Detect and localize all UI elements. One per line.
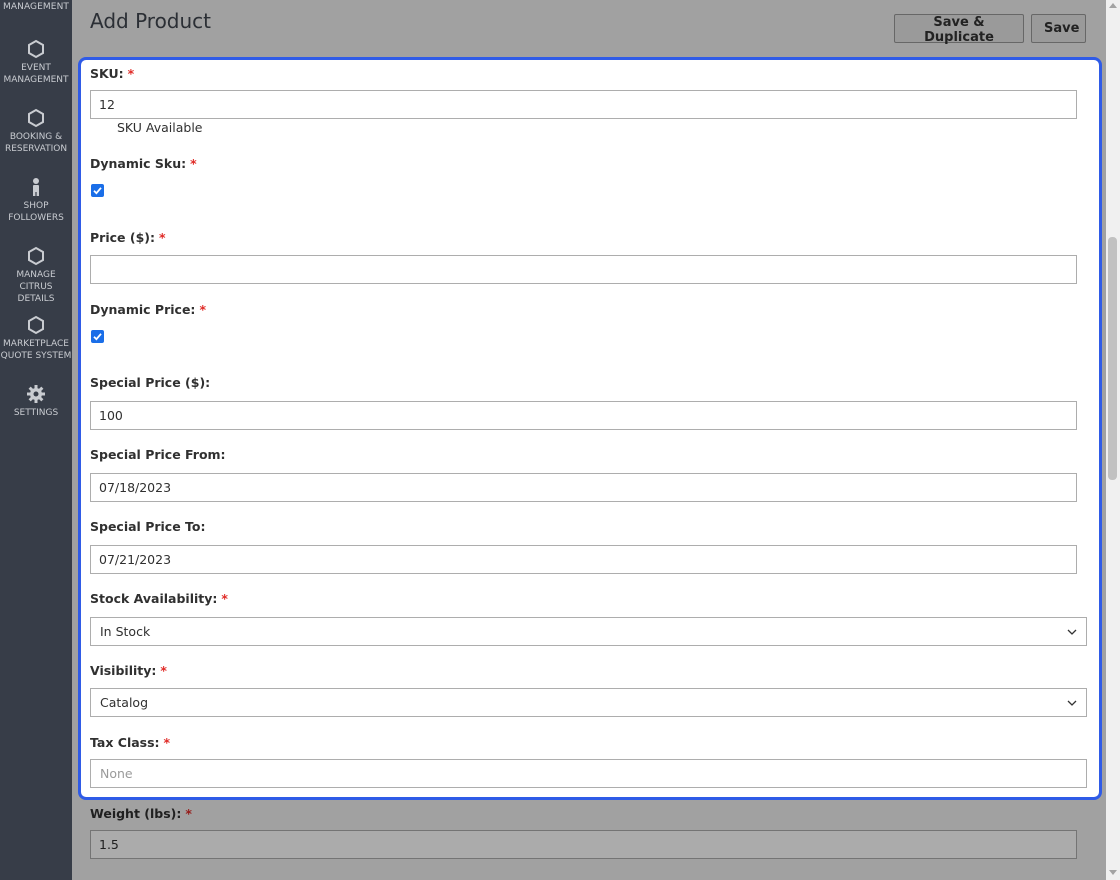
required-star: *	[158, 230, 166, 245]
sidebar-item-label: SETTINGS	[13, 408, 59, 418]
sidebar-item-label-partial[interactable]: MANAGEMENT	[0, 2, 72, 12]
special-price-label: Special Price ($):	[90, 375, 211, 390]
sidebar: MANAGEMENT EVENT MANAGEMENT BOOKING & RE…	[0, 0, 72, 880]
required-star: *	[185, 806, 192, 821]
sidebar-item-shop-followers[interactable]: SHOP FOLLOWERS	[0, 177, 72, 224]
price-label-text: Price ($):	[90, 230, 155, 245]
sidebar-item-label: CITRUS DETAILS	[17, 282, 55, 304]
chevron-down-icon	[1067, 700, 1077, 706]
sidebar-item-label: QUOTE SYSTEM	[0, 351, 72, 361]
special-price-to-input[interactable]: 07/21/2023	[90, 545, 1077, 574]
person-icon	[33, 178, 39, 196]
save-button[interactable]: Save	[1031, 14, 1086, 43]
sidebar-item-label: MANAGEMENT	[3, 75, 69, 85]
sku-available-hint: SKU Available	[117, 120, 203, 135]
required-star: *	[221, 591, 228, 606]
dynamic-price-label: Dynamic Price: *	[90, 302, 206, 317]
hexagon-icon	[28, 315, 44, 335]
required-star: *	[127, 66, 135, 81]
visibility-label-text: Visibility:	[90, 663, 157, 678]
visibility-value: Catalog	[100, 695, 149, 710]
weight-label: Weight (lbs): *	[90, 806, 192, 821]
hexagon-icon	[28, 108, 44, 128]
tax-class-label: Tax Class: *	[90, 735, 170, 750]
tax-class-label-text: Tax Class:	[90, 735, 160, 750]
sidebar-item-marketplace-quote-system[interactable]: MARKETPLACE QUOTE SYSTEM	[0, 315, 72, 362]
weight-input[interactable]: 1.5	[90, 830, 1077, 859]
special-price-input[interactable]: 100	[90, 401, 1077, 430]
stock-availability-value: In Stock	[100, 624, 151, 639]
save-duplicate-button[interactable]: Save & Duplicate	[894, 14, 1024, 45]
sidebar-item-label: FOLLOWERS	[8, 213, 64, 223]
gear-icon	[27, 385, 45, 403]
required-star: *	[160, 663, 167, 678]
special-price-from-input[interactable]: 07/18/2023	[90, 473, 1077, 502]
sku-input[interactable]: 12	[90, 90, 1077, 119]
visibility-select[interactable]: Catalog	[90, 688, 1087, 717]
dynamic-price-checkbox[interactable]	[91, 330, 104, 343]
tax-class-placeholder: None	[100, 766, 133, 781]
visibility-label: Visibility: *	[90, 663, 167, 678]
scroll-up-icon[interactable]	[1109, 3, 1117, 8]
required-star: *	[199, 302, 206, 317]
scrollbar-thumb[interactable]	[1108, 237, 1117, 480]
sku-label-text: SKU:	[90, 66, 124, 81]
price-input[interactable]	[90, 255, 1077, 284]
dynamic-sku-label-text: Dynamic Sku:	[90, 156, 187, 171]
highlight-panel: SKU: * 12 SKU Available Dynamic Sku: * Pri…	[78, 57, 1102, 800]
stock-availability-label: Stock Availability: *	[90, 591, 228, 606]
sidebar-item-label: SHOP	[23, 201, 49, 211]
chevron-down-icon	[1067, 629, 1077, 635]
page-title: Add Product	[90, 9, 212, 33]
special-price-from-label: Special Price From:	[90, 447, 226, 462]
required-star: *	[190, 156, 197, 171]
sidebar-item-event-management[interactable]: EVENT MANAGEMENT	[0, 39, 72, 86]
dynamic-sku-label: Dynamic Sku: *	[90, 156, 197, 171]
sidebar-item-booking-reservation[interactable]: BOOKING & RESERVATION	[0, 108, 72, 155]
checkmark-icon	[93, 187, 102, 195]
hexagon-icon	[28, 39, 44, 59]
dynamic-price-label-text: Dynamic Price:	[90, 302, 196, 317]
sidebar-item-label: MANAGE	[16, 270, 56, 280]
tax-class-select[interactable]: None	[90, 759, 1087, 788]
sidebar-item-label: BOOKING &	[9, 132, 63, 142]
required-star: *	[163, 735, 171, 750]
weight-label-text: Weight (lbs):	[90, 806, 182, 821]
dynamic-sku-checkbox[interactable]	[91, 184, 104, 197]
special-price-to-label: Special Price To:	[90, 519, 206, 534]
sku-label: SKU: *	[90, 66, 134, 81]
stock-availability-select[interactable]: In Stock	[90, 617, 1087, 646]
price-label: Price ($): *	[90, 230, 166, 245]
checkmark-icon	[93, 333, 102, 341]
sidebar-item-label: EVENT	[21, 63, 51, 73]
hexagon-icon	[28, 246, 44, 266]
stock-availability-label-text: Stock Availability:	[90, 591, 218, 606]
sidebar-item-settings[interactable]: SETTINGS	[0, 384, 72, 419]
sidebar-item-label: RESERVATION	[4, 144, 68, 154]
scroll-down-icon[interactable]	[1109, 870, 1117, 875]
sidebar-item-label: MARKETPLACE	[3, 339, 69, 349]
sidebar-item-manage-citrus-details[interactable]: MANAGE CITRUS DETAILS	[0, 246, 72, 305]
